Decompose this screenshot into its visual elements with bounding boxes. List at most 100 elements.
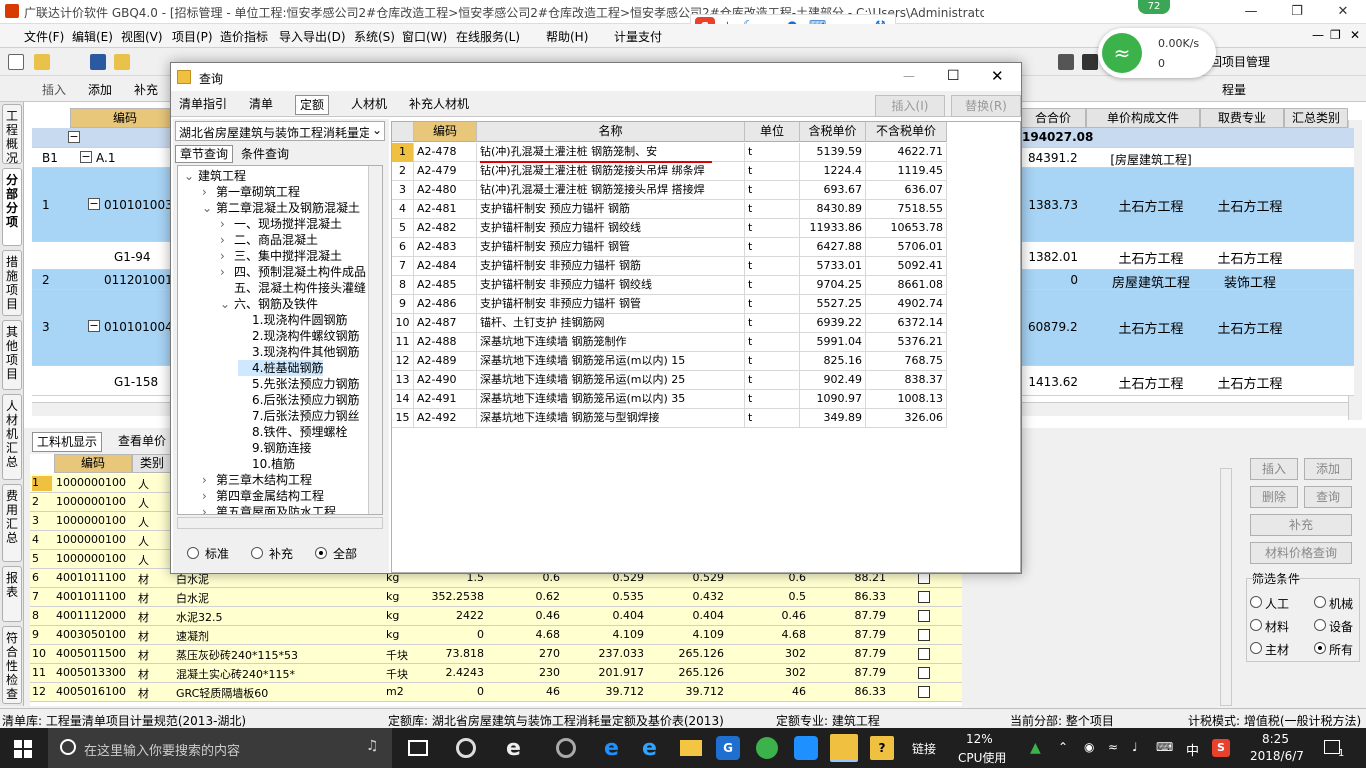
table-row[interactable]: 7 A2-484 支护锚杆制安 非预应力锚杆 钢筋 t 5733.01 5092.41: [392, 257, 947, 276]
tab-reports[interactable]: 报表: [2, 566, 22, 622]
row-checkbox[interactable]: [918, 610, 930, 622]
row-checkbox[interactable]: [918, 648, 930, 660]
filter-all-radio[interactable]: [1314, 642, 1326, 654]
wifi-tray-icon[interactable]: ▲: [1030, 740, 1041, 756]
radio-supplement[interactable]: [251, 547, 263, 559]
chevron-down-icon[interactable]: ⌄: [184, 168, 198, 184]
table-row[interactable]: 14 A2-491 深基坑地下连续墙 钢筋笼吊运(m以内) 35 t 1090.97 10…: [392, 390, 947, 409]
chevron-right-icon[interactable]: ›: [202, 472, 216, 488]
table-row[interactable]: 11 A2-488 深基坑地下连续墙 钢筋笼制作 t 5991.04 5376.21: [392, 333, 947, 352]
table-row[interactable]: 2 A2-479 钻(冲)孔混凝土灌注桩 钢筋笼接头吊焊 绑条焊 t 1224.4 111…: [392, 162, 947, 181]
new-file-icon[interactable]: [8, 54, 24, 70]
edge-icon[interactable]: e: [604, 736, 619, 761]
query-dialog[interactable]: 查询 — ☐ ✕ 清单指引 清单 定额 人材机 补充人材机 插入(I) 替换(R…: [170, 62, 1022, 574]
filter-labor-radio[interactable]: [1250, 596, 1262, 608]
menu-window[interactable]: 窗口(W): [402, 28, 447, 45]
task-view-icon[interactable]: [408, 740, 428, 756]
menu-file[interactable]: 文件(F): [24, 28, 64, 45]
tree-node[interactable]: › 第四章金属结构工程: [202, 488, 324, 504]
query-material-button[interactable]: 查询: [1304, 486, 1352, 508]
browser-360-icon[interactable]: [756, 737, 778, 759]
tree-node[interactable]: 4.桩基础钢筋: [238, 360, 324, 376]
tree-node[interactable]: 7.后张法预应力钢丝: [238, 408, 359, 424]
chevron-right-icon[interactable]: ›: [220, 264, 234, 280]
pen-icon[interactable]: [1082, 54, 1098, 70]
save-icon[interactable]: [90, 54, 106, 70]
ie-icon[interactable]: e: [642, 736, 657, 761]
tree-node[interactable]: 10.植筋: [238, 456, 295, 472]
tab-measures[interactable]: 措施项目: [2, 250, 22, 316]
menu-view[interactable]: 视图(V): [121, 28, 163, 45]
chevron-up-icon[interactable]: ⌃: [1058, 740, 1068, 754]
tree-node[interactable]: › 第五章屋面及防水工程: [202, 504, 336, 514]
tree-node[interactable]: 9.钢筋连接: [238, 440, 311, 456]
table-row[interactable]: 13 A2-490 深基坑地下连续墙 钢筋笼吊运(m以内) 25 t 902.49 838…: [392, 371, 947, 390]
chevron-right-icon[interactable]: ›: [202, 504, 216, 514]
tab-divisions[interactable]: 分部分项: [2, 168, 22, 246]
tab-list[interactable]: 清单: [245, 95, 277, 115]
tab-labor-material-summary[interactable]: 人材机汇总: [2, 394, 22, 480]
microphone-icon[interactable]: ♫: [366, 738, 379, 754]
table-row[interactable]: 5 A2-482 支护锚杆制安 预应力锚杆 钢绞线 t 11933.86 10653.78: [392, 219, 947, 238]
right-scrollbar[interactable]: [1220, 468, 1232, 706]
collapse-icon[interactable]: −: [88, 198, 100, 210]
menu-project[interactable]: 项目(P): [172, 28, 213, 45]
menu-help[interactable]: 帮助(H): [546, 28, 588, 45]
row-checkbox[interactable]: [918, 686, 930, 698]
menu-system[interactable]: 系统(S): [354, 28, 395, 45]
table-row[interactable]: 1 A2-478 钻(冲)孔混凝土灌注桩 钢筋笼制、安 t 5139.59 4622.71: [392, 143, 947, 162]
table-row[interactable]: 8 4001112000 材 水泥32.5 kg 2422 0.46 0.404 0.404 0.…: [30, 607, 962, 626]
insert-button[interactable]: 插入: [42, 81, 66, 99]
tree-vscrollbar[interactable]: [368, 166, 382, 514]
radio-standard[interactable]: [187, 547, 199, 559]
network-tray-icon[interactable]: ◉: [1084, 740, 1094, 754]
tab-fee-summary[interactable]: 费用汇总: [2, 484, 22, 562]
clock-time[interactable]: 8:25: [1262, 732, 1289, 746]
tree-node[interactable]: › 二、商品混凝土: [220, 232, 318, 248]
table-row[interactable]: 9 A2-486 支护锚杆制安 非预应力锚杆 钢管 t 5527.25 4902.74: [392, 295, 947, 314]
mdi-restore-icon[interactable]: ❐: [1330, 28, 1341, 42]
supplement-button[interactable]: 补充: [134, 81, 158, 99]
tree-node[interactable]: 6.后张法预应力钢筋: [238, 392, 359, 408]
close-icon[interactable]: ✕: [1320, 0, 1366, 24]
tree-node[interactable]: › 第三章木结构工程: [202, 472, 312, 488]
tab-other-items[interactable]: 其他项目: [2, 320, 22, 390]
tab-quota[interactable]: 定额: [295, 95, 330, 115]
chevron-right-icon[interactable]: ›: [220, 248, 234, 264]
open-folder-icon[interactable]: [34, 54, 50, 70]
tree-node[interactable]: › 第一章砌筑工程: [202, 184, 300, 200]
dialog-replace-button[interactable]: 替换(R): [951, 95, 1021, 117]
table-row[interactable]: 6 A2-483 支护锚杆制安 预应力锚杆 钢管 t 6427.88 5706.01: [392, 238, 947, 257]
subtab-chapter-query[interactable]: 章节查询: [175, 145, 234, 163]
tree-hscrollbar[interactable]: [177, 517, 383, 529]
table-row[interactable]: 10 A2-487 锚杆、土钉支护 挂钢筋网 t 6939.22 6372.14: [392, 314, 947, 333]
table-row[interactable]: 12 4005016100 材 GRC轻质隔墙板60 m2 0 46 39.712 39.712…: [30, 683, 962, 702]
tree-node[interactable]: ⌄ 六、钢筋及铁件: [220, 296, 318, 312]
row-checkbox[interactable]: [918, 629, 930, 641]
back-to-project-button[interactable]: 回项目管理: [1210, 53, 1270, 71]
windows-start-icon[interactable]: [14, 740, 32, 758]
help-app-icon[interactable]: ?: [870, 736, 894, 760]
tab-labor-material[interactable]: 人材机: [347, 95, 391, 115]
tab-compliance-check[interactable]: 符合性检查: [2, 626, 22, 704]
supplement-material-button[interactable]: 补充: [1250, 514, 1352, 536]
table-row[interactable]: 3 A2-480 钻(冲)孔混凝土灌注桩 钢筋笼接头吊焊 搭接焊 t 693.67 636…: [392, 181, 947, 200]
tree-node[interactable]: 1.现浇构件圆钢筋: [238, 312, 347, 328]
add-button[interactable]: 添加: [88, 81, 112, 99]
volume-icon[interactable]: ♩: [1132, 740, 1138, 754]
tree-node[interactable]: › 四、预制混凝土构件成品: [220, 264, 366, 280]
insert-material-button[interactable]: 插入: [1250, 458, 1298, 480]
table-row[interactable]: 15 A2-492 深基坑地下连续墙 钢筋笼与型钢焊接 t 349.89 326.06: [392, 409, 947, 428]
taskbar-search-box[interactable]: 在这里输入你要搜索的内容 ♫: [48, 728, 392, 768]
chevron-right-icon[interactable]: ›: [220, 216, 234, 232]
tree-node[interactable]: › 一、现场搅拌混凝土: [220, 216, 342, 232]
mdi-minimize-icon[interactable]: —: [1312, 28, 1324, 42]
table-row[interactable]: 12 A2-489 深基坑地下连续墙 钢筋笼吊运(m以内) 15 t 825.16 768…: [392, 352, 947, 371]
filter-equipment-radio[interactable]: [1314, 619, 1326, 631]
chevron-right-icon[interactable]: ›: [202, 488, 216, 504]
tree-node[interactable]: ⌄ 第二章混凝土及钢筋混凝土: [202, 200, 360, 216]
filter-main-material-radio[interactable]: [1250, 642, 1262, 654]
row-checkbox[interactable]: [918, 591, 930, 603]
subtab-condition-query[interactable]: 条件查询: [237, 146, 293, 162]
material-price-query-button[interactable]: 材料价格查询: [1250, 542, 1352, 564]
